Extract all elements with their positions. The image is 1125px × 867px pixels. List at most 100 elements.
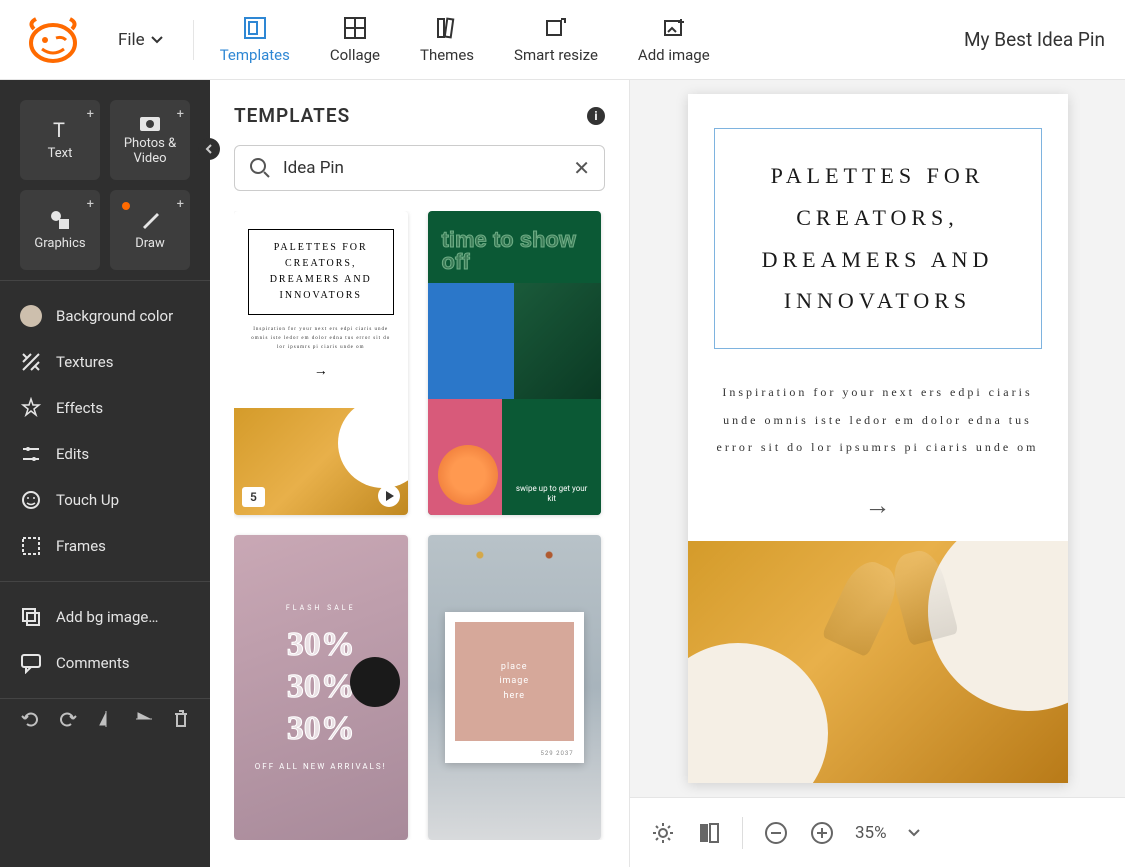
canvas-viewport[interactable]: PALETTES FOR CREATORS, DREAMERS AND INNO… (630, 80, 1125, 797)
draw-tile-label: Draw (135, 237, 165, 251)
camera-icon (139, 114, 161, 131)
top-tools: Templates Collage Themes Smart resize Ad… (212, 12, 718, 68)
page-count-badge: 5 (242, 487, 265, 507)
sidebar-item-label: Comments (56, 654, 130, 672)
compare-icon[interactable] (696, 820, 722, 846)
topbar: File Templates Collage Themes Smart resi… (0, 0, 1125, 80)
search-icon (249, 157, 271, 179)
template-thumb[interactable]: FLASH SALE 30% 30% 30% OFF ALL NEW ARRIV… (234, 535, 408, 839)
template-thumb[interactable]: place image here 529 2037 (428, 535, 602, 839)
thumb-caption: swipe up to get your kit (514, 484, 589, 503)
thumb-percent: 30% (287, 626, 355, 664)
gear-icon[interactable] (650, 820, 676, 846)
chevron-left-icon (204, 144, 214, 154)
flip-horizontal-icon[interactable] (96, 709, 116, 729)
canvas-image[interactable] (688, 541, 1068, 783)
draw-tile[interactable]: + Draw (110, 190, 190, 270)
add-image-label: Add image (638, 46, 710, 64)
templates-panel: TEMPLATES i ✕ PALETTES FOR CREATORS, DRE… (210, 80, 630, 867)
info-icon[interactable]: i (587, 107, 605, 125)
thumb-placeholder: place image here (455, 622, 574, 741)
sidebar-item-bg-color[interactable]: Background color (0, 293, 210, 339)
search-box: ✕ (234, 145, 605, 191)
clear-search-icon[interactable]: ✕ (573, 156, 590, 180)
thumb-decoration (428, 535, 602, 575)
photos-tile-label: Photos & Video (114, 137, 186, 166)
plus-icon: + (177, 198, 184, 212)
thumb-subtitle: Inspiration for your next ers edpi ciari… (248, 325, 394, 352)
layers-icon (20, 606, 42, 628)
themes-icon (435, 16, 459, 40)
thumb-percent: 30% (287, 668, 355, 706)
themes-tool[interactable]: Themes (412, 12, 482, 68)
collage-tool[interactable]: Collage (322, 12, 388, 68)
sidebar-item-add-bg-image[interactable]: Add bg image… (0, 594, 210, 640)
effects-icon (20, 397, 42, 419)
template-thumb[interactable]: PALETTES FOR CREATORS, DREAMERS AND INNO… (234, 211, 408, 515)
bottom-bar: 35% (630, 797, 1125, 867)
text-icon: T (49, 119, 71, 141)
collage-icon (343, 16, 367, 40)
divider (193, 20, 194, 60)
plus-icon: + (87, 198, 94, 212)
face-icon (20, 489, 42, 511)
play-icon (378, 485, 400, 507)
templates-tool[interactable]: Templates (212, 12, 298, 68)
color-swatch-icon (20, 305, 42, 327)
templates-icon (243, 16, 267, 40)
app-logo (20, 15, 86, 65)
sidebar-item-label: Add bg image… (56, 608, 158, 626)
add-image-tool[interactable]: Add image (630, 12, 718, 68)
flip-vertical-icon[interactable] (134, 709, 154, 729)
templates-label: Templates (220, 46, 290, 64)
graphics-tile-label: Graphics (34, 237, 85, 251)
arrow-right-icon[interactable]: → (865, 490, 891, 521)
plus-icon: + (87, 108, 94, 122)
redo-icon[interactable] (58, 709, 78, 729)
comment-icon (20, 652, 42, 674)
canvas-title-frame[interactable]: PALETTES FOR CREATORS, DREAMERS AND INNO… (714, 128, 1042, 349)
sidebar-item-effects[interactable]: Effects (0, 385, 210, 431)
template-thumb[interactable]: time to show off swipe up to get your ki… (428, 211, 602, 515)
trash-icon[interactable] (172, 709, 190, 729)
search-input[interactable] (283, 158, 561, 178)
zoom-level: 35% (855, 823, 887, 843)
sidebar-item-edits[interactable]: Edits (0, 431, 210, 477)
sidebar-item-comments[interactable]: Comments (0, 640, 210, 686)
arrow-right-icon: → (248, 362, 394, 379)
thumb-percent: 30% (287, 710, 355, 748)
graphics-tile[interactable]: + Graphics (20, 190, 100, 270)
sidebar-item-frames[interactable]: Frames (0, 523, 210, 569)
chevron-down-icon[interactable] (907, 828, 921, 838)
doc-title[interactable]: My Best Idea Pin (964, 28, 1105, 51)
smart-resize-label: Smart resize (514, 46, 598, 64)
sidebar-item-label: Background color (56, 307, 173, 325)
smart-resize-tool[interactable]: Smart resize (506, 12, 606, 68)
zoom-in-icon[interactable] (809, 820, 835, 846)
text-tile[interactable]: + T Text (20, 100, 100, 180)
sidebar-item-touch-up[interactable]: Touch Up (0, 477, 210, 523)
chevron-down-icon (151, 36, 163, 44)
pencil-icon (139, 209, 161, 231)
sidebar-item-label: Textures (56, 353, 113, 371)
canvas-subtitle[interactable]: Inspiration for your next ers edpi ciari… (714, 379, 1042, 462)
zoom-out-icon[interactable] (763, 820, 789, 846)
photos-tile[interactable]: + Photos & Video (110, 100, 190, 180)
sidebar-item-textures[interactable]: Textures (0, 339, 210, 385)
collapse-sidebar-button[interactable] (198, 138, 220, 160)
add-image-icon (662, 16, 686, 40)
sliders-icon (20, 443, 42, 465)
canvas[interactable]: PALETTES FOR CREATORS, DREAMERS AND INNO… (688, 94, 1068, 783)
undo-icon[interactable] (20, 709, 40, 729)
sidebar-item-label: Effects (56, 399, 103, 417)
frame-icon (20, 535, 42, 557)
thumb-caption: OFF ALL NEW ARRIVALS! (255, 762, 387, 771)
panel-title: TEMPLATES (234, 104, 350, 127)
text-tile-label: Text (48, 147, 73, 161)
thumb-title: time to show off (428, 211, 602, 273)
file-menu[interactable]: File (106, 22, 175, 58)
collage-label: Collage (330, 46, 380, 64)
smart-resize-icon (544, 16, 568, 40)
notification-dot (122, 202, 130, 210)
template-grid: PALETTES FOR CREATORS, DREAMERS AND INNO… (234, 211, 605, 840)
